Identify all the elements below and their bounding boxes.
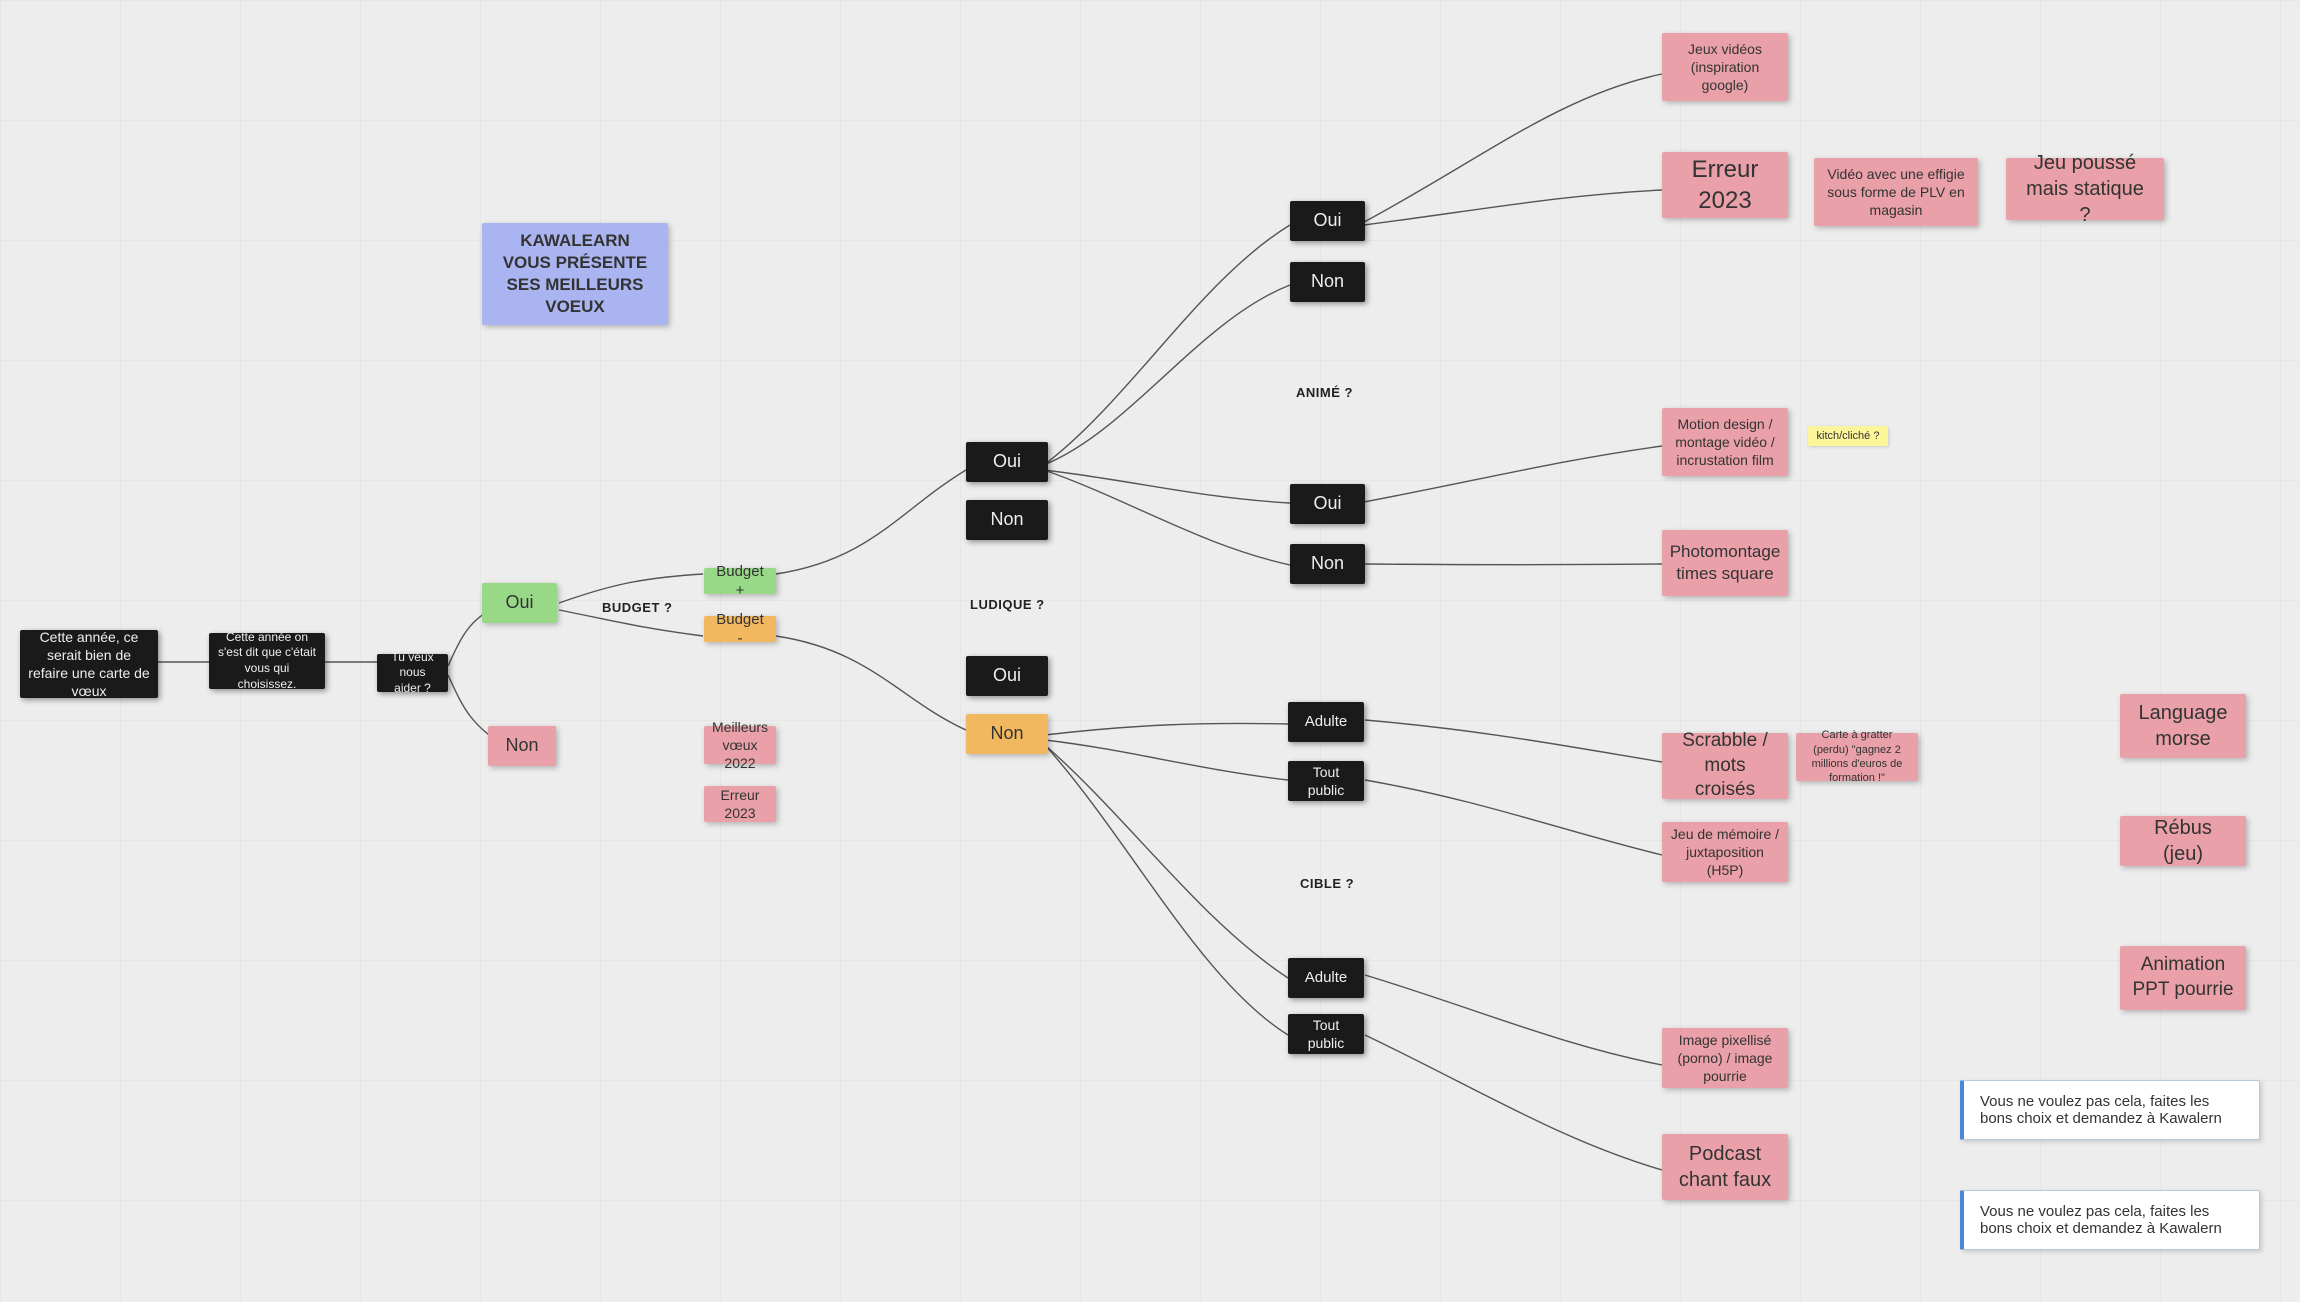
out-motion-design[interactable]: Motion design / montage vidéo / incrusta… — [1662, 408, 1788, 476]
out-jeux-videos[interactable]: Jeux vidéos (inspiration google) — [1662, 33, 1788, 101]
anime2-yes[interactable]: Oui — [1290, 484, 1365, 524]
ludique-no-a[interactable]: Non — [966, 500, 1048, 540]
out-morse[interactable]: Language morse — [2120, 694, 2246, 758]
out-image-pixel[interactable]: Image pixellisé (porno) / image pourrie — [1662, 1028, 1788, 1088]
out-statique[interactable]: Jeu poussé mais statique ? — [2006, 158, 2164, 220]
out-photomontage[interactable]: Photomontage times square — [1662, 530, 1788, 596]
anime1-no[interactable]: Non — [1290, 262, 1365, 302]
out-podcast[interactable]: Podcast chant faux — [1662, 1134, 1788, 1200]
out-plv: Vidéo avec une effigie sous forme de PLV… — [1814, 158, 1978, 226]
intro-note-2[interactable]: Cette année on s'est dit que c'était vou… — [209, 633, 325, 689]
callout-2: Vous ne voulez pas cela, faites les bons… — [1960, 1190, 2260, 1250]
callout-1: Vous ne voulez pas cela, faites les bons… — [1960, 1080, 2260, 1140]
help-yes[interactable]: Oui — [482, 583, 557, 623]
anime2-no[interactable]: Non — [1290, 544, 1365, 584]
out-ppt[interactable]: Animation PPT pourrie — [2120, 946, 2246, 1010]
label-budget: BUDGET ? — [602, 600, 672, 615]
result-erreur-2023a[interactable]: Erreur 2023 — [704, 786, 776, 822]
budget-plus[interactable]: Budget + — [704, 568, 776, 594]
out-rebus[interactable]: Rébus (jeu) — [2120, 816, 2246, 866]
label-ludique: LUDIQUE ? — [970, 597, 1045, 612]
intro-note-1[interactable]: Cette année, ce serait bien de refaire u… — [20, 630, 158, 698]
title-card: KAWALEARN VOUS PRÉSENTE SES MEILLEURS VO… — [482, 223, 668, 325]
cible2-adulte[interactable]: Adulte — [1288, 958, 1364, 998]
cible1-adulte[interactable]: Adulte — [1288, 702, 1364, 742]
out-gratter: Carte à gratter (perdu) "gagnez 2 millio… — [1796, 733, 1918, 781]
cible1-tout-public[interactable]: Tout public — [1288, 761, 1364, 801]
budget-minus[interactable]: Budget - — [704, 616, 776, 642]
out-scrabble[interactable]: Scrabble / mots croisés — [1662, 733, 1788, 799]
out-memoire[interactable]: Jeu de mémoire / juxtaposition (H5P) — [1662, 822, 1788, 882]
label-cible: CIBLE ? — [1300, 876, 1354, 891]
ludique-no-b[interactable]: Non — [966, 714, 1048, 754]
anime1-yes[interactable]: Oui — [1290, 201, 1365, 241]
note-kitch: kitch/cliché ? — [1808, 426, 1888, 446]
help-no[interactable]: Non — [488, 726, 556, 766]
ludique-yes[interactable]: Oui — [966, 442, 1048, 482]
cible2-tout-public[interactable]: Tout public — [1288, 1014, 1364, 1054]
label-anime: ANIMÉ ? — [1296, 385, 1353, 400]
ludique-yes-b[interactable]: Oui — [966, 656, 1048, 696]
out-erreur-2023[interactable]: Erreur 2023 — [1662, 152, 1788, 218]
result-voeux-2022[interactable]: Meilleurs vœux 2022 — [704, 726, 776, 764]
intro-note-3[interactable]: Tu veux nous aider ? — [377, 654, 448, 692]
